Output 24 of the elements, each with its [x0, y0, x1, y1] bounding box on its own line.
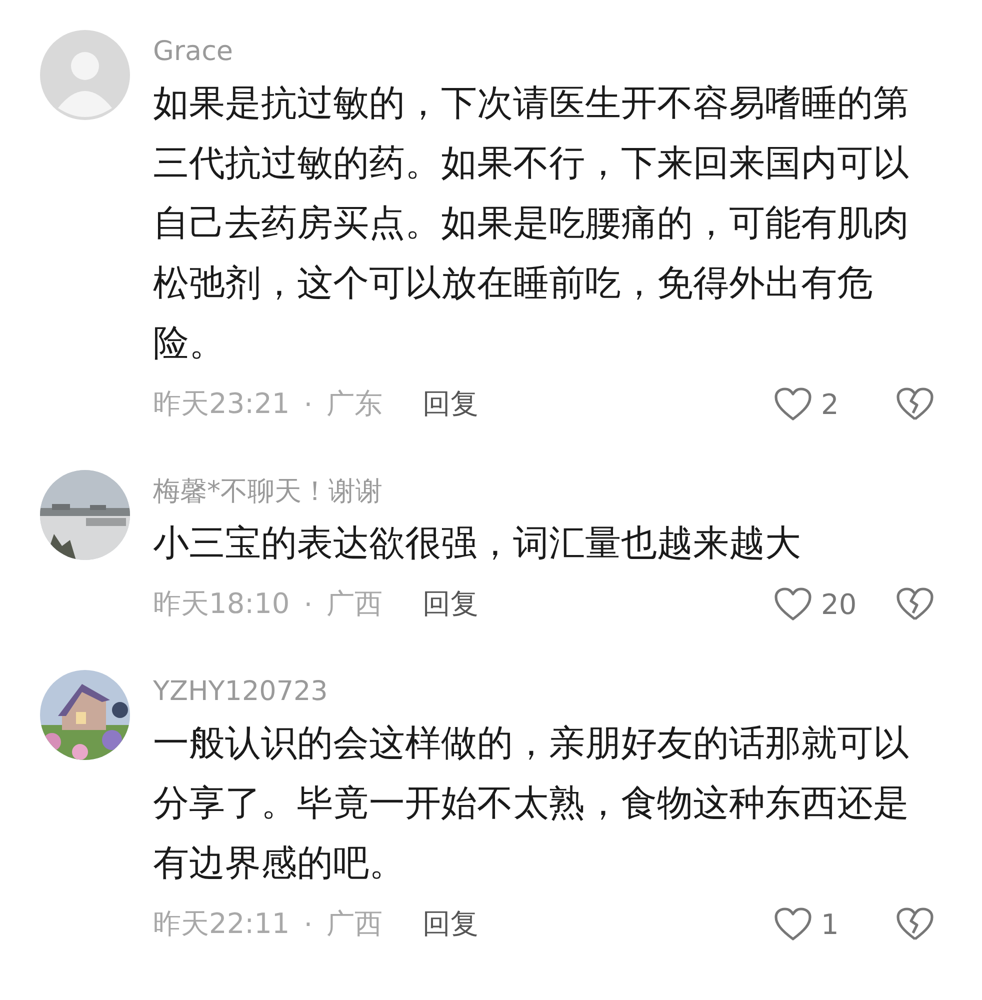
comment-text: 如果是抗过敏的，下次请医生开不容易嗜睡的第三代抗过敏的药。如果不行，下来回来国内可以自己去药房买点。如果是吃腰痛的，可能有肌肉松弛剂，这个可以放在睡前吃，免得外出有危险。 — [153, 82, 910, 366]
reply-button[interactable]: 回复 — [422, 905, 479, 943]
comment-location: 广西 — [326, 586, 383, 622]
comment-text: 小三宝的表达欲很强，词汇量也越来越大 — [153, 522, 802, 566]
broken-heart-icon[interactable] — [895, 906, 935, 942]
broken-heart-icon[interactable] — [895, 386, 935, 422]
heart-icon[interactable] — [773, 906, 813, 942]
like-count: 1 — [821, 908, 840, 940]
reply-button[interactable]: 回复 — [422, 385, 479, 423]
like-count: 20 — [821, 588, 858, 620]
separator-dot: · — [304, 908, 313, 940]
like-count: 2 — [821, 388, 840, 420]
separator-dot: · — [304, 388, 313, 420]
reply-button[interactable]: 回复 — [422, 585, 479, 623]
comment-time: 昨天23:21 — [153, 386, 290, 422]
heart-icon[interactable] — [773, 586, 813, 622]
broken-heart-icon[interactable] — [895, 586, 935, 622]
comment-time: 昨天18:10 — [153, 586, 290, 622]
comment-location: 广东 — [326, 386, 383, 422]
comment-location: 广西 — [326, 906, 383, 942]
comment-text: 一般认识的会这样做的，亲朋好友的话那就可以分享了。毕竟一开始不太熟，食物这种东西还是有边界感的吧。 — [153, 722, 910, 886]
comment-time: 昨天22:11 — [153, 906, 290, 942]
separator-dot: · — [304, 588, 313, 620]
heart-icon[interactable] — [773, 386, 813, 422]
